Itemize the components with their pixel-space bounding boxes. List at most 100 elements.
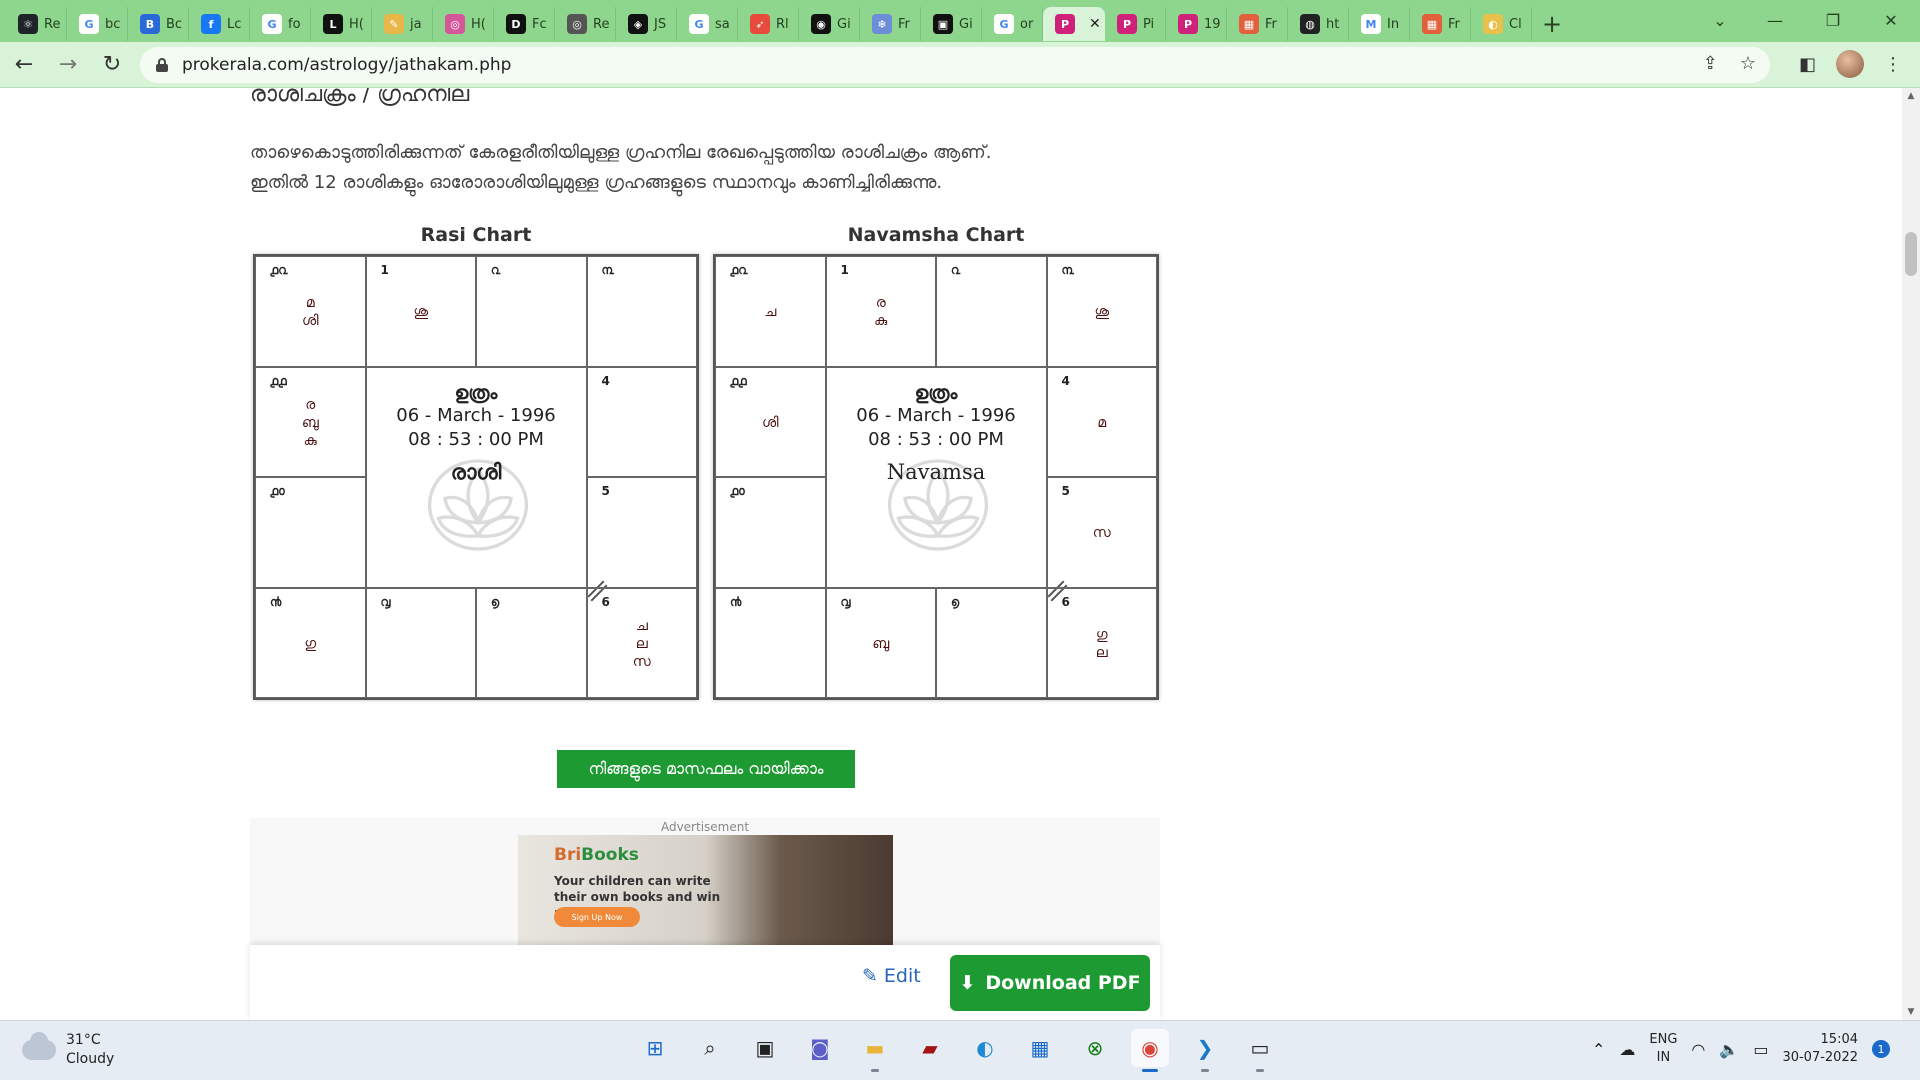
browser-tab[interactable]: ❄ Fr (860, 7, 921, 41)
browser-tab[interactable]: P 19 (1166, 7, 1227, 41)
download-pdf-button[interactable]: ⬇ Download PDF (950, 955, 1150, 1011)
xbox-icon[interactable]: ⊗ (1076, 1029, 1114, 1067)
browser-tab[interactable]: ◎ Re (555, 7, 616, 41)
browser-tab[interactable]: L H( (311, 7, 372, 41)
address-bar[interactable]: prokerala.com/astrology/jathakam.php ⇪ ☆ (140, 47, 1770, 83)
scroll-down-arrow-icon[interactable]: ▼ (1902, 1004, 1920, 1020)
download-label: Download PDF (985, 972, 1141, 994)
browser-tab[interactable]: ✎ ja (372, 7, 433, 41)
edge-icon[interactable]: ◐ (966, 1029, 1004, 1067)
battery-icon[interactable]: ▭ (1753, 1040, 1768, 1059)
photo-app-icon[interactable]: ▰ (911, 1029, 949, 1067)
new-tab-button[interactable]: + (1532, 7, 1572, 41)
browser-tab[interactable]: ▦ Fr (1410, 7, 1471, 41)
browser-tab[interactable]: Gbc (67, 7, 128, 41)
browser-tab[interactable]: P ✕ (1043, 7, 1105, 41)
lock-icon[interactable] (156, 58, 168, 72)
browser-tab[interactable]: ◉ Gi (799, 7, 860, 41)
ad-banner[interactable]: BriBooks Your children can write their o… (518, 835, 893, 945)
house-number: ൧൧ (730, 373, 747, 388)
browser-tab[interactable]: ◎ H( (433, 7, 494, 41)
browser-tab[interactable]: Gor (982, 7, 1043, 41)
house-number: 6 (1061, 594, 1070, 609)
start-icon[interactable]: ⊞ (636, 1029, 674, 1067)
planet-abbrev: ശു (413, 304, 429, 320)
terminal-icon[interactable]: ▭ (1241, 1029, 1279, 1072)
side-panel-icon[interactable]: ◧ (1799, 54, 1816, 75)
house-number: 1 (840, 263, 849, 277)
minimize-button[interactable]: — (1746, 0, 1804, 40)
onedrive-icon[interactable]: ☁ (1619, 1040, 1635, 1059)
navamsha-house-5: 5സ (1046, 477, 1157, 588)
store-icon[interactable]: ▦ (1021, 1029, 1059, 1067)
menu-kebab-icon[interactable]: ⋮ (1884, 54, 1902, 75)
vscode-icon[interactable]: ❯ (1186, 1029, 1224, 1072)
planet-abbrev: ബു (301, 414, 319, 431)
tab-search-icon[interactable]: ⌄ (1700, 0, 1740, 40)
notification-badge[interactable]: 1 (1872, 1040, 1890, 1058)
browser-tab[interactable]: ▣ Gi (921, 7, 982, 41)
tab-title: or (1020, 16, 1034, 32)
navamsha-chart-title: Navamsha Chart (847, 224, 1025, 246)
browser-tab[interactable]: ◈ JS (616, 7, 677, 41)
github-icon: ◉ (811, 14, 831, 34)
lang-bottom: IN (1656, 1050, 1671, 1065)
url-text[interactable]: prokerala.com/astrology/jathakam.php (182, 55, 511, 75)
tab-title: H( (471, 16, 486, 32)
file-explorer-icon[interactable]: ▬ (856, 1029, 894, 1072)
google-icon: G (994, 14, 1014, 34)
planet-abbrev: ല (635, 635, 648, 652)
dev-icon: D (506, 14, 526, 34)
scroll-up-arrow-icon[interactable]: ▲ (1902, 88, 1920, 104)
browser-tab[interactable]: ➶ Rl (738, 7, 799, 41)
browser-tab[interactable]: Gfo (250, 7, 311, 41)
section-heading: രാശിചക്രം / ഗ്രഹനില (250, 88, 470, 107)
chevron-up-icon[interactable]: ⌃ (1592, 1040, 1605, 1059)
profile-avatar[interactable] (1836, 50, 1864, 78)
browser-tab[interactable]: M In (1349, 7, 1410, 41)
house-number: ൧൨ (270, 263, 288, 277)
close-window-button[interactable]: ✕ (1862, 0, 1920, 40)
browser-tab[interactable]: B Bc (128, 7, 189, 41)
task-view-icon[interactable]: ▣ (746, 1029, 784, 1067)
wifi-icon[interactable]: ◠ (1691, 1040, 1705, 1059)
birth-star: ഉത്രം (914, 381, 958, 404)
book-icon: ▣ (933, 14, 953, 34)
page-scrollbar[interactable]: ▲ ▼ (1902, 88, 1920, 1020)
reload-button[interactable]: ↻ (92, 47, 132, 83)
language-indicator[interactable]: ENG IN (1649, 1031, 1677, 1067)
search-icon[interactable]: ⌕ (691, 1029, 729, 1067)
browser-tab[interactable]: D Fc (494, 7, 555, 41)
browser-tab[interactable]: f Lc (189, 7, 250, 41)
volume-icon[interactable]: 🔈 (1719, 1040, 1739, 1059)
bookmark-star-icon[interactable]: ☆ (1740, 53, 1756, 74)
browser-tab[interactable]: Gsa (677, 7, 738, 41)
browser-tab[interactable]: ▦ Fr (1227, 7, 1288, 41)
clock[interactable]: 15:04 30-07-2022 (1782, 1031, 1858, 1067)
close-tab-icon[interactable]: ✕ (1089, 16, 1101, 32)
forward-button[interactable]: → (48, 47, 88, 83)
ad-signup-button[interactable]: Sign Up Now (554, 907, 640, 927)
house-number: ൨ (491, 263, 501, 277)
chat-icon[interactable]: ◙ (801, 1029, 839, 1067)
weather-widget[interactable]: 31°C Cloudy (22, 1031, 114, 1069)
monthly-prediction-button[interactable]: നിങ്ങളുടെ മാസഫലം വായിക്കാം (557, 750, 855, 788)
browser-tab[interactable]: ◍ ht (1288, 7, 1349, 41)
restore-button[interactable]: ❐ (1804, 0, 1862, 40)
house-number: ൩ (1061, 263, 1074, 277)
action-bar: ✎ Edit ⬇ Download PDF (250, 945, 1160, 1020)
rasi-house-2: ൨ (476, 256, 587, 367)
chrome-icon[interactable]: ◉ (1131, 1029, 1169, 1072)
browser-tab[interactable]: P Pi (1105, 7, 1166, 41)
bootstrap-icon: B (140, 14, 160, 34)
browser-tab[interactable]: ⚛ Re (6, 7, 67, 41)
pencil-icon: ✎ (862, 965, 878, 987)
share-icon[interactable]: ⇪ (1703, 53, 1718, 74)
react-icon: ⚛ (18, 14, 38, 34)
scrollbar-thumb[interactable] (1905, 232, 1917, 276)
back-button[interactable]: ← (4, 47, 44, 83)
browser-tab[interactable]: ◐ Cl (1471, 7, 1532, 41)
edit-link[interactable]: ✎ Edit (862, 965, 921, 987)
google-icon: G (79, 14, 99, 34)
house-planets: മ (1048, 414, 1157, 432)
